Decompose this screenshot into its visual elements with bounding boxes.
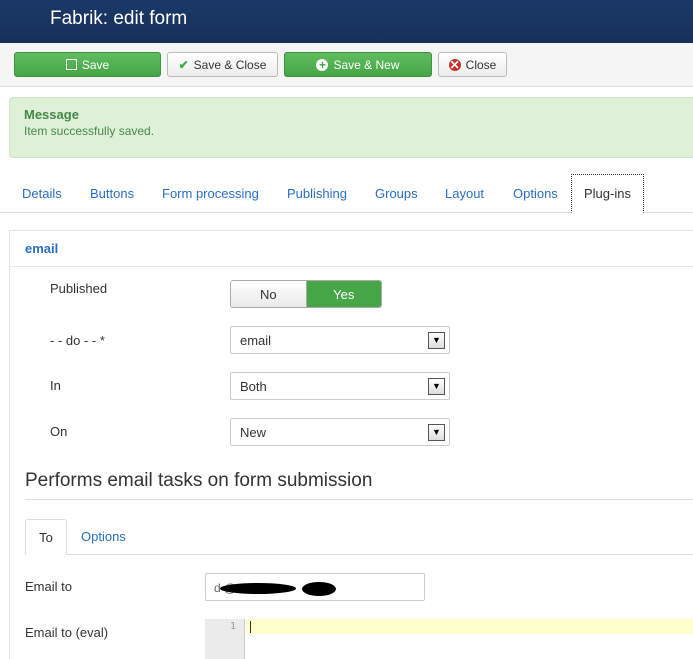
save-close-button[interactable]: ✔ Save & Close: [167, 52, 278, 77]
subtab-options[interactable]: Options: [81, 529, 126, 544]
tab-publishing[interactable]: Publishing: [287, 186, 347, 201]
email-eval-label: Email to (eval): [25, 625, 109, 640]
tab-plug-ins[interactable]: Plug-ins: [571, 174, 644, 213]
email-subtabs: To Options: [25, 519, 693, 555]
in-select-value: Both: [240, 379, 267, 394]
redaction-mark: [220, 583, 296, 594]
on-select-value: New: [240, 425, 267, 440]
message-title: Message: [24, 107, 79, 122]
do-select[interactable]: email ▼: [230, 326, 450, 354]
email-eval-code-editor[interactable]: 1: [205, 619, 693, 659]
plus-circle-icon: +: [316, 58, 329, 71]
chevron-down-icon: ▼: [428, 424, 445, 441]
section-divider: [25, 499, 693, 500]
section-title: Performs email tasks on form submission: [25, 470, 373, 491]
on-label: On: [50, 424, 68, 439]
close-circle-icon: ✕: [448, 57, 461, 72]
toolbar: Save ✔ Save & Close + Save & New ✕ Close: [0, 43, 693, 87]
do-select-value: email: [240, 333, 272, 348]
email-to-field[interactable]: d @ .com: [205, 573, 425, 601]
chevron-down-icon: ▼: [428, 332, 445, 349]
check-icon: ✔: [178, 57, 189, 72]
save-button-label: Save: [81, 57, 110, 72]
on-select[interactable]: New ▼: [230, 418, 450, 446]
line-number: 1: [229, 621, 236, 632]
email-to-label: Email to: [25, 579, 72, 594]
tab-options[interactable]: Options: [513, 186, 558, 201]
published-label: Published: [50, 281, 108, 296]
save-button[interactable]: Save: [14, 52, 161, 77]
success-message: Message Item successfully saved.: [9, 97, 693, 158]
line-number-gutter: 1: [205, 619, 245, 659]
active-code-line[interactable]: [246, 619, 693, 634]
save-icon: [65, 59, 77, 70]
published-yes-option[interactable]: Yes: [306, 281, 381, 307]
in-select[interactable]: Both ▼: [230, 372, 450, 400]
page-title: Fabrik: edit form: [50, 8, 188, 29]
close-button-label: Close: [465, 57, 497, 72]
close-button[interactable]: ✕ Close: [438, 52, 507, 77]
chevron-down-icon: ▼: [428, 378, 445, 395]
in-label: In: [50, 378, 61, 393]
tab-buttons[interactable]: Buttons: [90, 186, 134, 201]
tab-details[interactable]: Details: [22, 186, 62, 201]
tab-groups[interactable]: Groups: [375, 186, 418, 201]
plugin-panel-header: email: [10, 231, 693, 267]
text-caret: [250, 621, 251, 633]
form-tabs: Details Buttons Form processing Publishi…: [0, 174, 693, 213]
subtab-to[interactable]: To: [25, 519, 67, 555]
tab-layout[interactable]: Layout: [445, 186, 484, 201]
do-label: - - do - - *: [50, 333, 105, 348]
save-new-button-label: Save & New: [333, 57, 400, 72]
save-new-button[interactable]: + Save & New: [284, 52, 432, 77]
app-header: Fabrik: edit form: [0, 0, 693, 43]
save-close-button-label: Save & Close: [193, 57, 267, 72]
redaction-mark: [302, 582, 336, 596]
published-no-option[interactable]: No: [231, 281, 307, 307]
plugin-heading[interactable]: email: [25, 241, 58, 256]
message-text: Item successfully saved.: [24, 124, 155, 138]
published-toggle[interactable]: No Yes: [230, 280, 382, 308]
tab-form-processing[interactable]: Form processing: [162, 186, 259, 201]
